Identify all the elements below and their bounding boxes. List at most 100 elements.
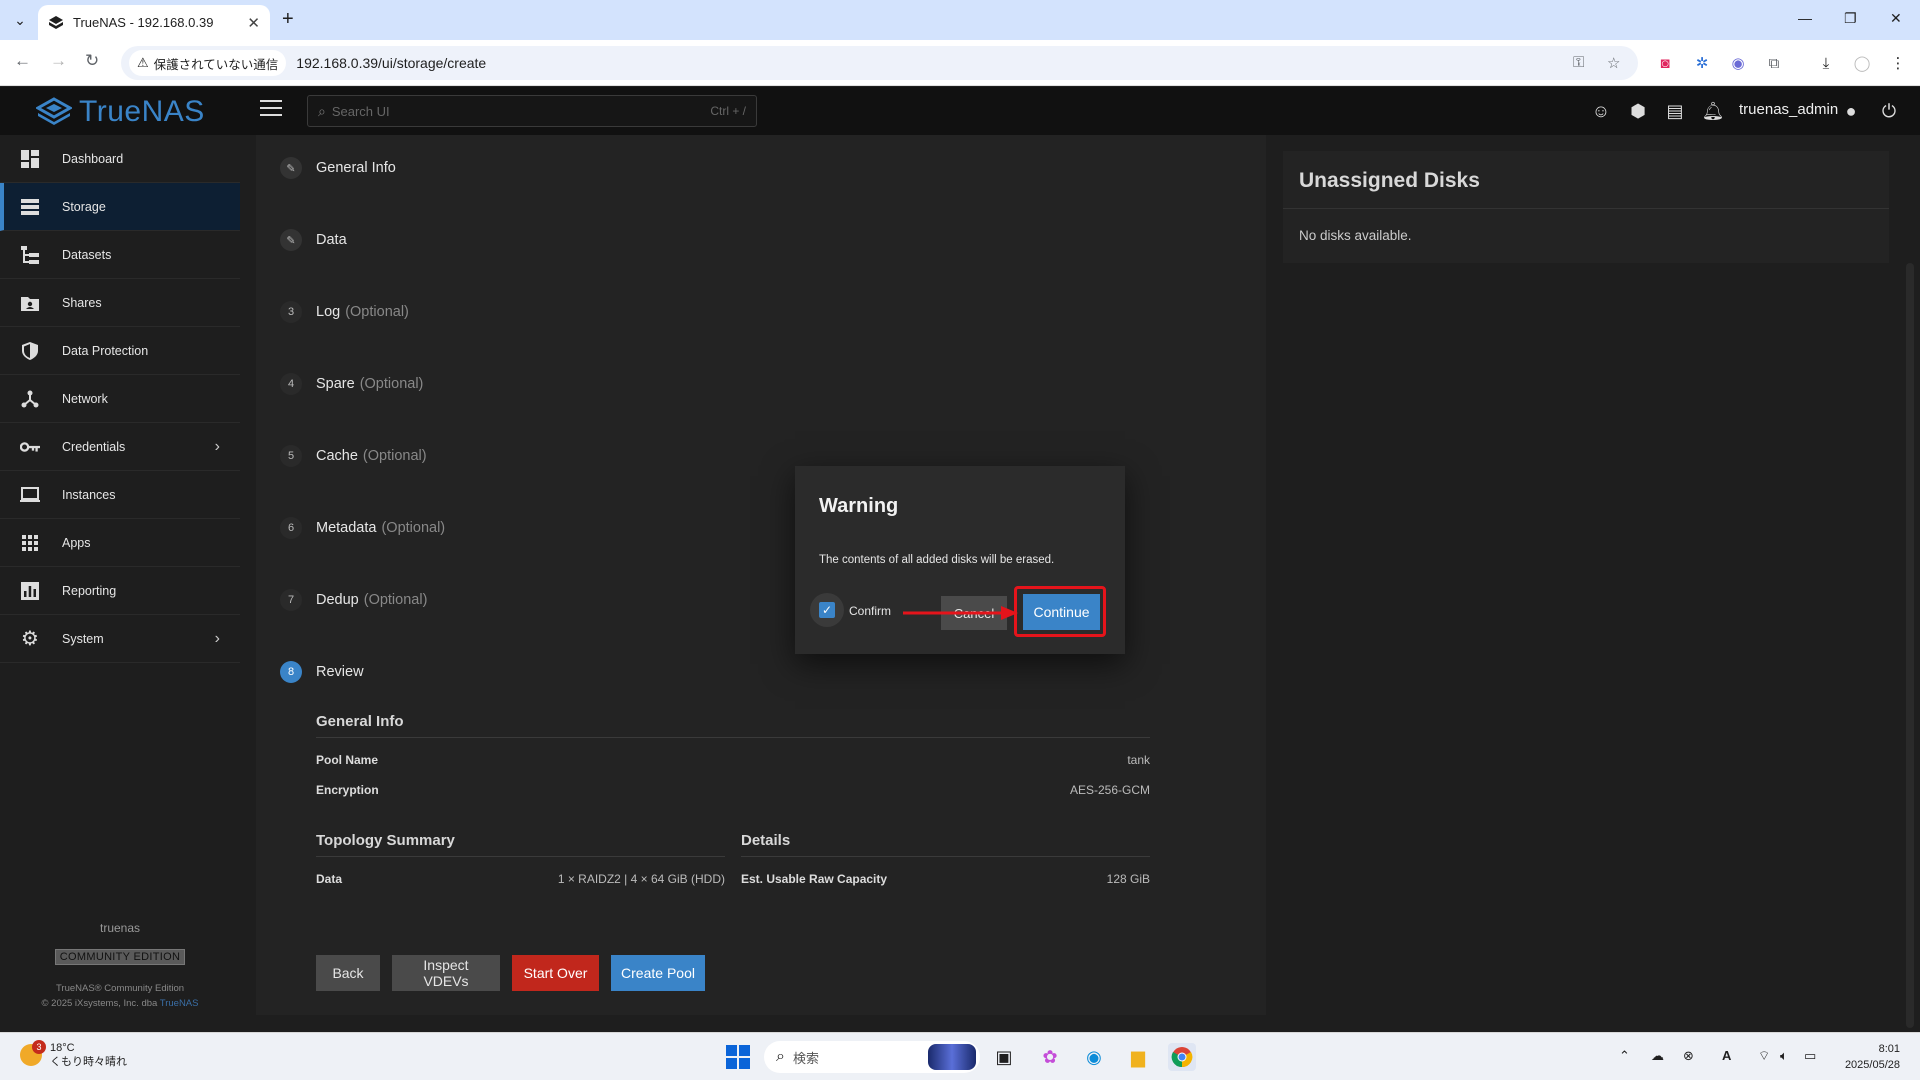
laptop-icon [20,485,40,505]
wifi-icon[interactable]: ⌔ [1758,1048,1770,1064]
checkmark-icon: ✓ [819,602,835,618]
capacity-row: Est. Usable Raw Capacity 128 GiB [741,872,1150,886]
bookmark-star-icon[interactable]: ☆ [1607,54,1620,72]
confirm-checkbox[interactable]: ✓ [810,593,844,627]
username[interactable]: truenas_admin [1739,101,1838,118]
restore-icon[interactable]: ❐ [1844,10,1857,27]
tray-app-x-icon[interactable]: ⊗ [1683,1048,1694,1064]
search-icon: ⌕ [776,1048,785,1065]
start-over-button[interactable]: Start Over [512,955,599,991]
data-value: 1 × RAIDZ2 | 4 × 64 GiB (HDD) [557,872,725,886]
file-explorer-icon[interactable]: ▆ [1124,1043,1152,1071]
unassigned-disks-title: Unassigned Disks [1299,169,1480,192]
minimize-icon[interactable]: — [1798,10,1812,26]
capacity-label: Est. Usable Raw Capacity [741,872,888,886]
download-icon[interactable]: ⤓ [1816,53,1836,73]
inspect-vdevs-button[interactable]: Inspect VDEVs [392,955,500,991]
security-indicator[interactable]: ⚠ 保護されていない通信 [129,50,287,76]
chart-icon [20,581,40,601]
encryption-row: Encryption AES-256-GCM [316,783,1150,797]
forward-arrow-icon[interactable]: → [50,51,67,71]
account-circle-icon[interactable]: ● [1839,99,1863,123]
create-pool-button[interactable]: Create Pool [611,955,705,991]
tray-overflow-chevron-icon[interactable]: ⌃ [1619,1048,1630,1064]
dashboard-icon [20,149,40,169]
browser-menu-icon[interactable]: ⋮ [1888,53,1908,73]
step-optional: (Optional) [381,520,446,536]
confirm-label[interactable]: Confirm [849,604,891,618]
weather-widget[interactable]: 3 18°C くもり時々晴れ [20,1040,127,1069]
ime-indicator-icon[interactable]: A [1722,1048,1731,1063]
menu-toggle-icon[interactable] [260,100,282,118]
onedrive-cloud-icon[interactable]: ☁ [1651,1048,1664,1064]
address-bar[interactable]: ⚠ 保護されていない通信 192.168.0.39/ui/storage/cre… [121,46,1638,80]
step-cache[interactable]: 5 Cache (Optional) [280,445,427,467]
step-data[interactable]: ✎ Data [280,229,347,251]
data-topology-row: Data 1 × RAIDZ2 | 4 × 64 GiB (HDD) [316,872,725,886]
sidebar-item-shares[interactable]: Shares [0,279,240,327]
power-icon[interactable]: ⏻ [1877,99,1901,123]
step-optional: (Optional) [345,304,409,320]
sidebar-item-dashboard[interactable]: Dashboard [0,135,240,183]
battery-icon[interactable]: ▭ [1804,1048,1816,1064]
sidebar-item-apps[interactable]: Apps [0,519,240,567]
window-close-icon[interactable]: ✕ [1890,10,1902,27]
chevron-right-icon: › [214,629,220,647]
encryption-label: Encryption [316,783,379,797]
feedback-smiley-icon[interactable]: ☺ [1589,99,1613,123]
sidebar-item-instances[interactable]: Instances [0,471,240,519]
sidebar-item-label: Storage [62,199,106,214]
key-icon [20,437,40,457]
extension-blue-icon[interactable]: ✲ [1692,53,1712,73]
system-clock[interactable]: 8:01 2025/05/28 [1840,1041,1900,1073]
divider [1283,208,1889,209]
sidebar-item-reporting[interactable]: Reporting [0,567,240,615]
shares-icon [20,293,40,313]
volume-icon[interactable]: 🔈︎ [1780,1048,1788,1064]
tab-list-chevron-icon[interactable]: ⌄ [8,8,32,32]
step-spare[interactable]: 4 Spare (Optional) [280,373,423,395]
profile-avatar-icon[interactable]: ◯ [1852,53,1872,73]
sidebar-item-data-protection[interactable]: Data Protection [0,327,240,375]
extension-search-icon[interactable]: ◉ [1728,53,1748,73]
notifications-bell-icon[interactable]: 🔔︎ [1701,99,1725,123]
truecommand-icon[interactable]: ⬢ [1626,99,1650,123]
reload-icon[interactable]: ↻ [85,51,99,71]
step-dedup[interactable]: 7 Dedup (Optional) [280,589,427,611]
sidebar-item-credentials[interactable]: Credentials › [0,423,240,471]
general-info-heading: General Info [316,713,404,730]
browser-toolbar: ← → ↻ ⚠ 保護されていない通信 192.168.0.39/ui/stora… [0,40,1920,86]
back-arrow-icon[interactable]: ← [14,51,31,71]
sidebar-nav: Dashboard Storage Datasets Shares Data P… [0,135,240,1032]
step-general-info[interactable]: ✎ General Info [280,157,396,179]
step-metadata[interactable]: 6 Metadata (Optional) [280,517,445,539]
new-tab-icon[interactable]: + [282,8,294,31]
sidebar-item-network[interactable]: Network [0,375,240,423]
sidebar-item-storage[interactable]: Storage [0,183,240,231]
search-highlight-image [928,1044,976,1070]
browser-tab[interactable]: TrueNAS - 192.168.0.39 ✕ [38,5,270,40]
chrome-icon[interactable] [1168,1043,1196,1071]
password-key-icon[interactable]: ⚿ [1573,54,1584,71]
truenas-logo[interactable]: TrueNAS [36,95,205,129]
truenas-link[interactable]: TrueNAS [160,998,199,1009]
step-log[interactable]: 3 Log (Optional) [280,301,409,323]
windows-start-icon[interactable] [724,1043,752,1071]
sidebar-item-system[interactable]: ⚙ System › [0,615,240,663]
extensions-puzzle-icon[interactable]: ⧉ [1764,53,1784,73]
topology-summary-heading: Topology Summary [316,832,455,849]
edge-browser-icon[interactable]: ◉ [1080,1043,1108,1071]
ui-search-input[interactable]: ⌕ Search UI Ctrl + / [307,95,757,127]
task-view-icon[interactable]: ▣ [990,1043,1018,1071]
weather-sun-icon: 3 [20,1040,46,1066]
back-button[interactable]: Back [316,955,380,991]
pocket-extension-icon[interactable]: ◙ [1655,53,1675,73]
page-scrollbar[interactable] [1906,263,1914,1028]
sidebar-item-datasets[interactable]: Datasets [0,231,240,279]
copilot-icon[interactable]: ✿ [1036,1043,1064,1071]
temperature: 18°C [50,1042,75,1054]
tab-close-icon[interactable]: ✕ [247,14,260,32]
step-review[interactable]: 8 Review [280,661,364,683]
taskbar-search[interactable]: ⌕ 検索 [764,1041,980,1073]
jobs-clipboard-icon[interactable]: ▤ [1663,99,1687,123]
